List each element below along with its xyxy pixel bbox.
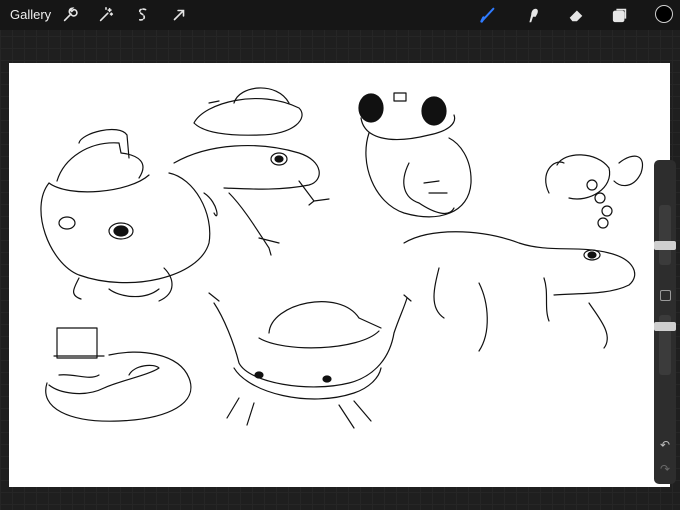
modify-button[interactable] — [660, 290, 671, 301]
frog-with-big-eyes-icon — [358, 92, 472, 218]
brush-size-slider[interactable] — [654, 205, 676, 265]
sidebar-panel: ↶ ↷ — [654, 160, 676, 484]
opacity-thumb[interactable] — [654, 322, 676, 331]
wrench-icon[interactable] — [59, 4, 81, 26]
brush-size-thumb[interactable] — [654, 241, 676, 250]
redo-arrow-icon[interactable]: ↷ — [658, 462, 672, 476]
gallery-button[interactable]: Gallery — [10, 7, 51, 22]
transform-arrow-icon[interactable] — [168, 4, 190, 26]
color-picker-swatch[interactable] — [655, 5, 673, 23]
brush-icon[interactable] — [477, 4, 499, 26]
leaping-frog-with-hat-icon — [173, 87, 330, 256]
eraser-icon[interactable] — [565, 4, 587, 26]
horned-lizard-icon — [403, 154, 643, 352]
crab-with-hat-icon — [208, 292, 412, 429]
opacity-slider[interactable] — [654, 315, 676, 375]
frog-with-cowboy-hat-icon — [40, 129, 211, 302]
drawing-canvas[interactable] — [9, 63, 670, 487]
layers-icon[interactable] — [609, 4, 631, 26]
magic-wand-icon[interactable] — [95, 4, 117, 26]
snake-with-top-hat-icon — [45, 327, 192, 422]
selection-s-icon[interactable] — [131, 4, 153, 26]
smudge-icon[interactable] — [522, 4, 544, 26]
top-toolbar: Gallery — [0, 0, 680, 30]
undo-arrow-icon[interactable]: ↶ — [658, 438, 672, 452]
